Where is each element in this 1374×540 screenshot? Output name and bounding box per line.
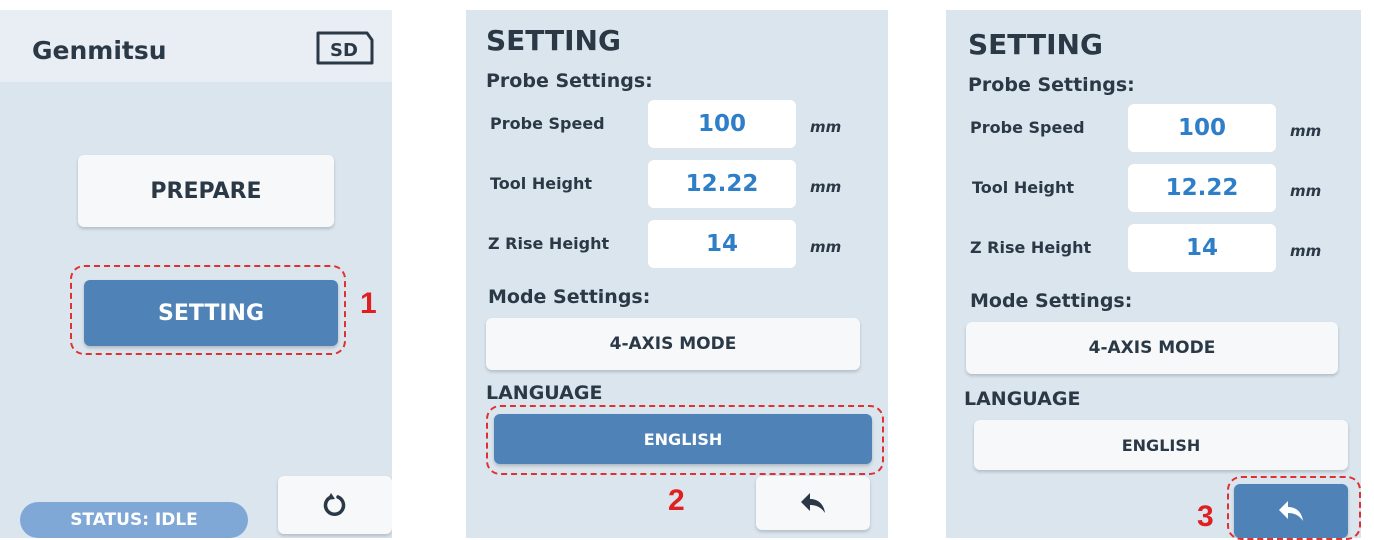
mode-selector-button[interactable]: 4-AXIS MODE xyxy=(486,318,860,370)
tool-height-input[interactable]: 12.22 xyxy=(1128,164,1276,212)
z-rise-height-input[interactable]: 14 xyxy=(648,220,796,268)
probe-speed-unit: mm xyxy=(810,118,842,136)
mode-selector-button[interactable]: 4-AXIS MODE xyxy=(966,322,1338,374)
z-rise-height-label: Z Rise Height xyxy=(970,238,1092,257)
setting-screen-back: SETTING Probe Settings: Probe Speed 100 … xyxy=(946,10,1361,538)
probe-settings-heading: Probe Settings: xyxy=(486,70,653,92)
probe-speed-input[interactable]: 100 xyxy=(1128,104,1276,152)
probe-speed-input[interactable]: 100 xyxy=(648,100,796,148)
tool-height-label: Tool Height xyxy=(972,178,1075,197)
callout-highlight-3 xyxy=(1227,476,1361,540)
back-arrow-icon xyxy=(801,493,825,513)
tool-height-unit: mm xyxy=(1290,182,1322,200)
tool-height-unit: mm xyxy=(810,178,842,196)
z-rise-height-unit: mm xyxy=(1290,242,1322,260)
language-heading: LANGUAGE xyxy=(486,382,603,404)
callout-highlight-1 xyxy=(70,265,346,355)
language-button[interactable]: ENGLISH xyxy=(974,420,1348,470)
page-title: SETTING xyxy=(486,24,621,57)
probe-speed-label: Probe Speed xyxy=(970,118,1085,137)
z-rise-height-input[interactable]: 14 xyxy=(1128,224,1276,272)
page-title: SETTING xyxy=(968,28,1103,61)
tool-height-input[interactable]: 12.22 xyxy=(648,160,796,208)
callout-highlight-2 xyxy=(486,405,884,475)
callout-number-3: 3 xyxy=(1197,500,1214,533)
z-rise-height-label: Z Rise Height xyxy=(488,234,610,253)
refresh-button[interactable] xyxy=(278,476,392,534)
sd-label: SD xyxy=(330,40,358,61)
prepare-button[interactable]: PREPARE xyxy=(78,155,334,227)
sd-card-icon[interactable]: SD xyxy=(315,30,375,66)
back-button[interactable] xyxy=(756,476,870,530)
probe-speed-label: Probe Speed xyxy=(490,114,605,133)
probe-speed-unit: mm xyxy=(1290,122,1322,140)
brand-title: Genmitsu xyxy=(32,36,167,65)
status-badge: STATUS: IDLE xyxy=(20,502,248,538)
mode-settings-heading: Mode Settings: xyxy=(970,290,1133,312)
mode-settings-heading: Mode Settings: xyxy=(488,286,651,308)
callout-number-1: 1 xyxy=(360,287,377,320)
tool-height-label: Tool Height xyxy=(490,174,593,193)
refresh-icon xyxy=(323,493,346,517)
language-heading: LANGUAGE xyxy=(964,388,1081,410)
callout-number-2: 2 xyxy=(668,484,685,517)
probe-settings-heading: Probe Settings: xyxy=(968,74,1135,96)
z-rise-height-unit: mm xyxy=(810,238,842,256)
